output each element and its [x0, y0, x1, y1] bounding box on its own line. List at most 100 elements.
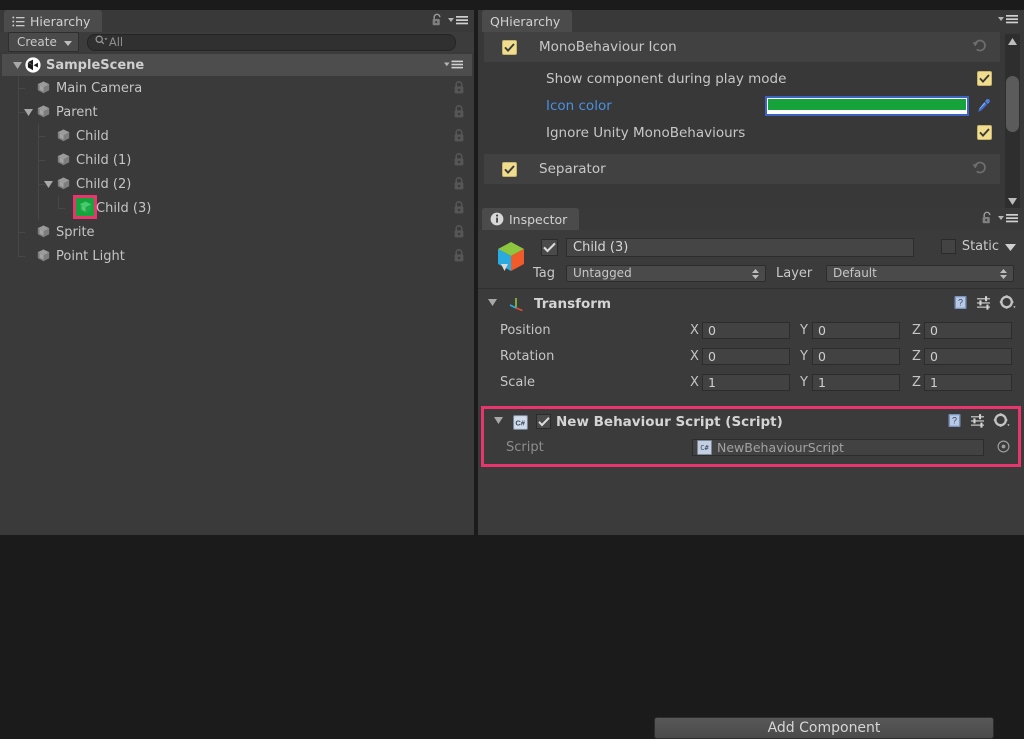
component-enable-checkbox[interactable]	[536, 414, 551, 429]
tag-value: Untagged	[573, 266, 632, 280]
gameobject-icon	[36, 248, 51, 263]
divider	[478, 288, 1024, 289]
qhierarchy-section-header[interactable]: MonoBehaviour Icon	[484, 32, 1000, 62]
position-x-field[interactable]: 0	[702, 321, 790, 339]
component-header[interactable]: Transform?	[478, 291, 1024, 317]
rotation-x-field[interactable]: 0	[702, 347, 790, 365]
rotation-y-field[interactable]: 0	[812, 347, 900, 365]
static-label: Static	[961, 239, 999, 254]
create-button[interactable]: Create	[8, 32, 79, 52]
component-expand-arrow[interactable]	[488, 299, 497, 306]
help-icon[interactable]: ?	[947, 413, 963, 431]
section-enable-checkbox[interactable]	[502, 161, 517, 177]
lock-open-icon[interactable]	[431, 13, 443, 30]
scroll-up-arrow[interactable]	[1005, 34, 1020, 48]
static-toggle-group[interactable]: Static	[940, 239, 1016, 254]
scale-y-field[interactable]: 1	[812, 373, 900, 391]
lock-icon[interactable]	[452, 152, 466, 170]
tag-dropdown[interactable]: Untagged	[566, 264, 766, 282]
lock-icon[interactable]	[452, 104, 466, 122]
expand-arrow[interactable]	[23, 100, 34, 124]
setting-control[interactable]	[977, 125, 992, 140]
preset-icon[interactable]	[970, 413, 986, 431]
rotation-z-field[interactable]: 0	[924, 347, 1012, 365]
panel-menu-icon[interactable]	[998, 13, 1019, 28]
tab-hierarchy[interactable]: Hierarchy	[4, 10, 103, 32]
hierarchy-item-child-3[interactable]: Child (3)	[0, 195, 474, 220]
object-active-checkbox[interactable]	[541, 239, 558, 256]
qhierarchy-setting-row[interactable]: Show component during play mode	[484, 65, 1000, 92]
scale-z-field[interactable]: 1	[924, 373, 1012, 391]
updown-arrows-icon	[999, 268, 1008, 283]
component-title: Transform	[534, 296, 612, 312]
lock-icon[interactable]	[452, 80, 466, 98]
search-input[interactable]: All	[86, 33, 456, 51]
hierarchy-item-parent[interactable]: Parent	[0, 100, 474, 124]
component-expand-arrow[interactable]	[494, 417, 503, 424]
lock-icon[interactable]	[452, 128, 466, 146]
setting-control[interactable]	[767, 97, 992, 114]
svg-text:?: ?	[958, 298, 963, 308]
lock-icon[interactable]	[452, 248, 466, 266]
qhierarchy-settings-list[interactable]: MonoBehaviour Icon Show component during …	[484, 32, 1000, 210]
script-object-field[interactable]: C# NewBehaviourScript	[692, 439, 984, 456]
object-name-field[interactable]: Child (3)	[566, 238, 914, 257]
hierarchy-tree[interactable]: Main Camera Parent Child Child (1) Child (2)…	[0, 76, 474, 535]
lock-icon[interactable]	[452, 176, 466, 194]
hierarchy-item-child-2[interactable]: Child (2)	[0, 172, 474, 196]
qhierarchy-setting-row[interactable]: Ignore Unity MonoBehaviours	[484, 119, 1000, 146]
hierarchy-item-point-light[interactable]: Point Light	[0, 244, 474, 268]
component-title: New Behaviour Script (Script)	[556, 414, 783, 430]
help-icon[interactable]: ?	[953, 295, 969, 313]
panel-menu-icon[interactable]	[448, 14, 469, 29]
gear-icon[interactable]	[993, 413, 1010, 431]
object-picker-icon[interactable]	[997, 439, 1010, 456]
static-checkbox[interactable]	[940, 239, 956, 254]
expand-arrow[interactable]	[43, 172, 54, 196]
gameobject-icon	[36, 80, 51, 95]
scrollbar-thumb[interactable]	[1006, 76, 1019, 132]
revert-icon[interactable]	[972, 38, 988, 56]
position-z-field[interactable]: 0	[924, 321, 1012, 339]
setting-control[interactable]	[977, 71, 992, 86]
lock-open-icon[interactable]	[981, 211, 993, 228]
revert-icon[interactable]	[972, 160, 988, 178]
gameobject-icon	[56, 176, 71, 191]
section-enable-checkbox[interactable]	[502, 39, 517, 55]
scale-x-field[interactable]: 1	[702, 373, 790, 391]
component-header[interactable]: C# New Behaviour Script (Script)?	[484, 409, 1018, 435]
add-component-button[interactable]: Add Component	[654, 717, 994, 739]
hierarchy-item-sprite[interactable]: Sprite	[0, 220, 474, 244]
qhierarchy-scrollbar[interactable]	[1005, 34, 1020, 208]
eyedropper-icon[interactable]	[976, 98, 992, 114]
icon-color-field[interactable]	[767, 97, 967, 114]
scroll-down-arrow[interactable]	[1005, 194, 1020, 208]
preset-icon[interactable]	[976, 295, 992, 313]
panel-menu-icon[interactable]	[998, 212, 1019, 227]
lock-icon[interactable]	[452, 200, 466, 218]
setting-checkbox[interactable]	[977, 125, 992, 140]
scene-expand-arrow[interactable]	[12, 53, 23, 77]
expand-spacer	[23, 76, 34, 100]
component-tools: ?	[947, 413, 1010, 431]
chevron-down-icon[interactable]	[1005, 240, 1016, 254]
tab-inspector[interactable]: Inspector	[482, 208, 580, 230]
gear-icon[interactable]	[999, 295, 1016, 313]
qhierarchy-section-rows: Show component during play mode Icon colo…	[484, 62, 1000, 148]
qhierarchy-section-header[interactable]: Separator	[484, 154, 1000, 184]
layer-dropdown[interactable]: Default	[826, 264, 1014, 283]
scene-menu-icon[interactable]	[444, 59, 464, 70]
lock-icon[interactable]	[452, 224, 466, 242]
expand-spacer	[43, 124, 54, 148]
qhierarchy-setting-row[interactable]: Icon color	[484, 92, 1000, 119]
tab-qhierarchy[interactable]: QHierarchy	[482, 10, 573, 32]
script-field-label: Script	[506, 440, 544, 455]
position-y-field[interactable]: 0	[812, 321, 900, 339]
hierarchy-item-main-camera[interactable]: Main Camera	[0, 76, 474, 100]
setting-checkbox[interactable]	[977, 71, 992, 86]
hierarchy-item-child-1[interactable]: Child (1)	[0, 148, 474, 172]
hierarchy-item-child[interactable]: Child	[0, 124, 474, 148]
gameobject-icon	[56, 152, 71, 167]
scene-row-samplescene[interactable]: SampleScene	[2, 54, 472, 76]
qhierarchy-panel: QHierarchy MonoBehaviour Icon Show compon…	[478, 10, 1024, 210]
